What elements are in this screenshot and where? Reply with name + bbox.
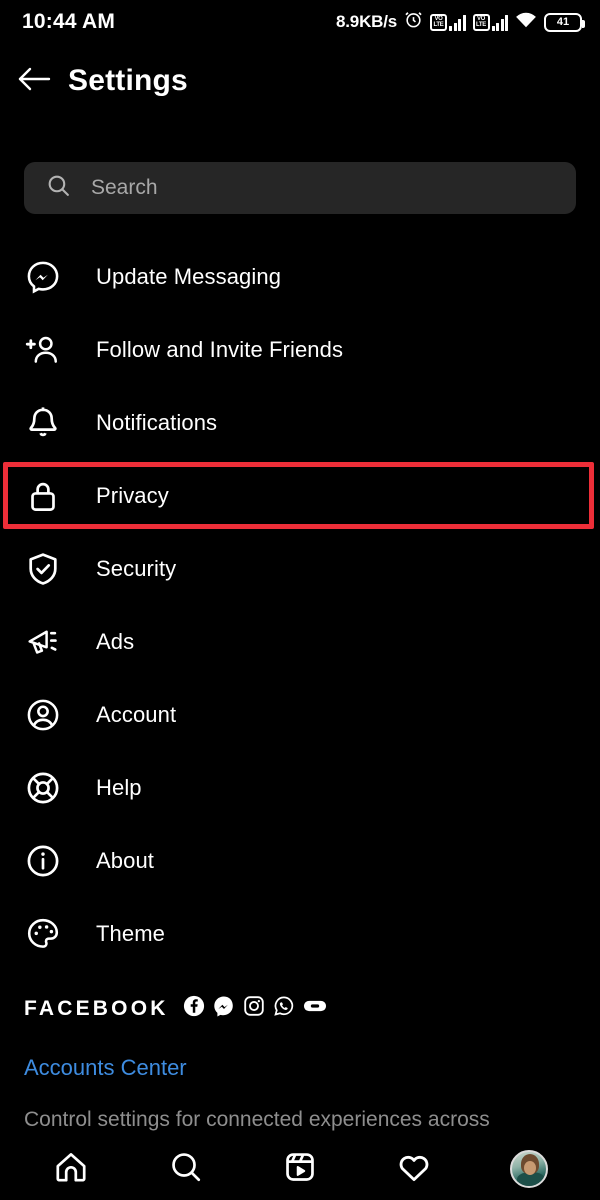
battery-level: 41 [556, 16, 570, 28]
whatsapp-icon [273, 995, 295, 1022]
settings-row-ads[interactable]: Ads [0, 605, 600, 678]
nav-item-search[interactable] [150, 1141, 222, 1197]
settings-row-account[interactable]: Account [0, 678, 600, 751]
status-clock: 10:44 AM [22, 10, 116, 33]
heart-icon [396, 1149, 432, 1190]
nav-item-reels[interactable] [264, 1141, 336, 1197]
info-circle-icon [24, 842, 62, 880]
settings-row-privacy[interactable]: Privacy [0, 459, 600, 532]
settings-row-label: Account [96, 701, 177, 727]
sim2-volte-signal-icon: VO LTE [472, 13, 508, 31]
search-bar[interactable]: Search [24, 162, 576, 214]
person-circle-icon [24, 696, 62, 734]
facebook-section: FACEBOOK Accounts Center Control setting… [24, 995, 576, 1132]
battery-icon: 41 [544, 12, 585, 32]
page-header: Settings [0, 52, 600, 110]
settings-row-follow-and-invite-friends[interactable]: Follow and Invite Friends [0, 313, 600, 386]
search-icon [169, 1150, 203, 1189]
nav-item-profile[interactable] [493, 1141, 565, 1197]
accounts-center-description: Control settings for connected experienc… [24, 1108, 490, 1131]
profile-avatar [509, 1150, 548, 1188]
messenger-icon [213, 995, 235, 1022]
settings-row-label: Notifications [96, 409, 218, 435]
facebook-heading: FACEBOOK [24, 996, 169, 1020]
settings-row-label: Security [96, 555, 177, 581]
status-icons: 8.9KB/s VO LTE VO LTE 41 [336, 10, 585, 34]
search-input[interactable]: Search [91, 176, 158, 200]
life-ring-icon [24, 769, 62, 807]
alarm-clock-icon [404, 10, 423, 34]
back-button[interactable] [0, 52, 68, 110]
nav-item-home[interactable] [35, 1141, 107, 1197]
settings-row-label: Ads [96, 628, 135, 654]
settings-row-label: About [96, 847, 154, 873]
sim1-volte-signal-icon: VO LTE [430, 13, 466, 31]
status-bar: 10:44 AM 8.9KB/s VO LTE VO LTE 41 [0, 0, 600, 44]
facebook-heading-row: FACEBOOK [24, 995, 576, 1022]
instagram-settings-screen: 10:44 AM 8.9KB/s VO LTE VO LTE 41 Settin… [0, 0, 600, 1200]
settings-row-label: Update Messaging [96, 263, 282, 289]
shield-check-icon [24, 550, 62, 588]
portal-icon [303, 995, 327, 1022]
bell-icon [24, 404, 62, 442]
settings-row-notifications[interactable]: Notifications [0, 386, 600, 459]
nav-item-activity[interactable] [378, 1141, 450, 1197]
lock-icon [24, 477, 62, 515]
settings-row-help[interactable]: Help [0, 751, 600, 824]
bottom-navigation-bar [0, 1138, 600, 1200]
person-add-icon [24, 331, 62, 369]
settings-row-security[interactable]: Security [0, 532, 600, 605]
search-icon [46, 173, 71, 203]
megaphone-icon [24, 623, 62, 661]
facebook-icon [183, 995, 205, 1022]
settings-row-label: Privacy [96, 482, 169, 508]
accounts-center-link[interactable]: Accounts Center [24, 1055, 576, 1081]
settings-row-label: Follow and Invite Friends [96, 336, 344, 362]
network-speed-label: 8.9KB/s [336, 12, 397, 31]
settings-row-update-messaging[interactable]: Update Messaging [0, 240, 600, 313]
home-icon [53, 1149, 89, 1190]
wifi-icon [515, 10, 537, 34]
palette-icon [24, 915, 62, 953]
settings-row-about[interactable]: About [0, 824, 600, 897]
settings-row-theme[interactable]: Theme [0, 897, 600, 970]
messenger-icon [24, 258, 62, 296]
settings-list: Update Messaging Follow and Invite Frien… [0, 240, 600, 970]
facebook-brand-icons [183, 995, 327, 1022]
instagram-icon [243, 995, 265, 1022]
settings-row-label: Help [96, 774, 142, 800]
page-title: Settings [68, 64, 188, 97]
settings-row-label: Theme [96, 920, 165, 946]
reels-icon [283, 1150, 317, 1189]
back-arrow-icon [17, 64, 51, 99]
